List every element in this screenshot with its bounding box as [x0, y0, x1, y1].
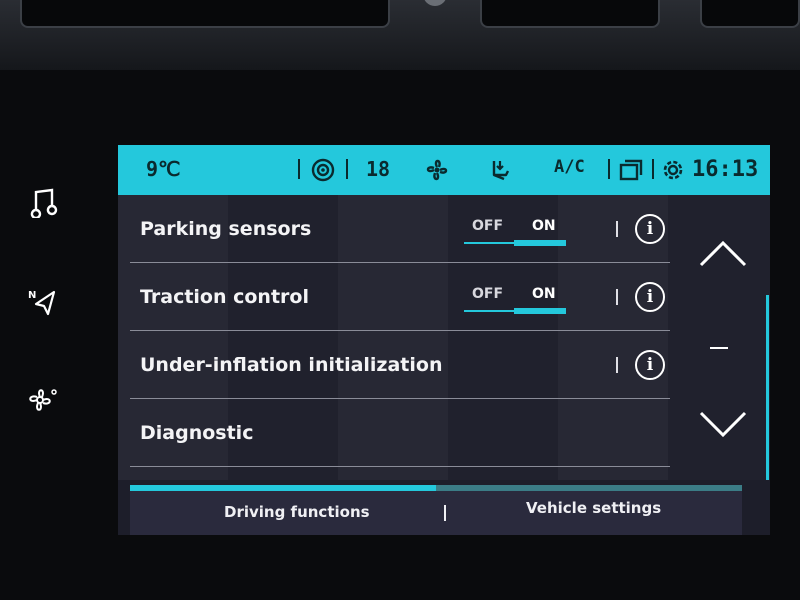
toggle-on-label: ON — [532, 217, 556, 234]
scroll-position-marker — [710, 347, 728, 349]
toggle-off-label: OFF — [472, 285, 504, 302]
gear-icon[interactable] — [660, 157, 686, 183]
status-separator — [608, 159, 610, 179]
setting-label: Under-inflation initialization — [140, 353, 443, 376]
setting-label: Parking sensors — [140, 217, 312, 240]
parking-sensors-toggle[interactable]: OFF ON — [460, 214, 566, 246]
bottom-tab-bar: Driving functions Vehicle settings — [130, 491, 742, 535]
info-icon[interactable]: i — [635, 281, 665, 312]
setting-row-under-inflation[interactable]: Under-inflation initialization i — [130, 331, 670, 399]
scroll-controls — [678, 195, 770, 480]
info-icon[interactable]: i — [635, 213, 665, 244]
air-vent-right — [700, 0, 800, 28]
outside-temperature: 9℃ — [146, 157, 181, 181]
navigation-icon[interactable]: N — [22, 282, 62, 322]
setting-label: Diagnostic — [140, 421, 254, 444]
tab-driving-functions[interactable]: Driving functions — [224, 503, 370, 521]
status-separator — [346, 159, 348, 179]
screen-mirror-icon[interactable] — [618, 157, 644, 183]
row-separator — [616, 357, 618, 373]
dashboard-top — [0, 0, 800, 70]
traction-control-toggle[interactable]: OFF ON — [460, 282, 566, 314]
air-vent-center — [480, 0, 660, 28]
toggle-on-label: ON — [532, 285, 556, 302]
row-separator — [616, 221, 618, 237]
vent-knob — [423, 0, 447, 6]
row-separator — [616, 289, 618, 305]
air-vent-left — [20, 0, 390, 28]
setting-row-diagnostic[interactable]: Diagnostic — [130, 399, 670, 467]
svg-text:N: N — [28, 290, 36, 301]
toggle-thumb — [514, 307, 566, 314]
fan-speed-value[interactable]: 18 — [366, 157, 390, 181]
toggle-off-label: OFF — [472, 217, 504, 234]
status-bar: 9℃ 18 A/C 16:13 — [118, 145, 770, 195]
scroll-up-icon[interactable] — [688, 223, 758, 283]
fan-icon[interactable] — [22, 380, 62, 420]
music-note-icon[interactable] — [22, 182, 62, 222]
settings-list: Parking sensors OFF ON i Traction contro… — [118, 195, 770, 480]
infotainment-screen: 9℃ 18 A/C 16:13 Parking sensors OFF ON i… — [118, 145, 770, 535]
setting-label: Traction control — [140, 285, 309, 308]
status-separator — [298, 159, 300, 179]
status-separator — [652, 159, 654, 179]
toggle-thumb — [514, 239, 566, 246]
seat-airflow-icon[interactable] — [488, 157, 514, 183]
radar-icon[interactable] — [310, 157, 336, 183]
scrollbar[interactable] — [766, 295, 769, 480]
setting-row-traction-control[interactable]: Traction control OFF ON i — [130, 263, 670, 331]
tab-vehicle-settings[interactable]: Vehicle settings — [526, 499, 661, 517]
climate-fan-icon[interactable] — [424, 157, 450, 183]
info-icon[interactable]: i — [635, 349, 665, 380]
clock: 16:13 — [692, 157, 759, 182]
setting-row-parking-sensors[interactable]: Parking sensors OFF ON i — [130, 195, 670, 263]
tab-separator — [444, 505, 446, 521]
ac-label[interactable]: A/C — [554, 157, 585, 177]
scroll-down-icon[interactable] — [688, 395, 758, 455]
